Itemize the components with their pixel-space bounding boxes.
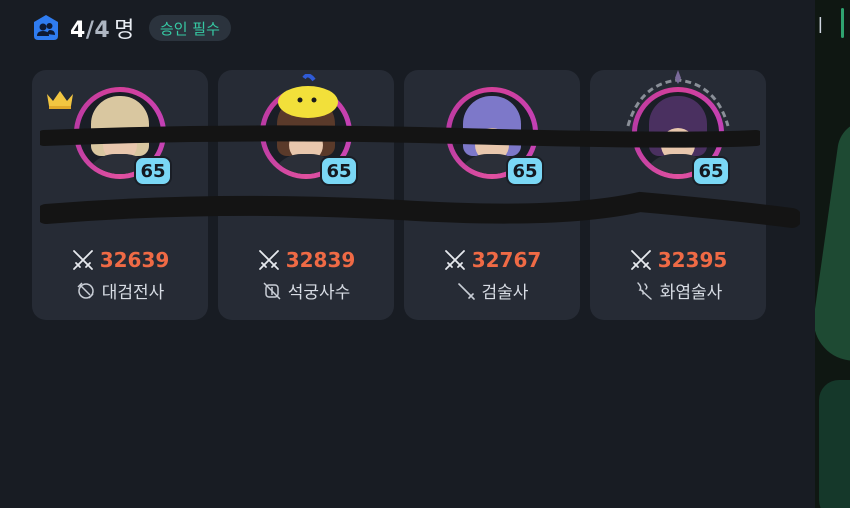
- sword-icon: [457, 282, 475, 300]
- combat-power-icon: [630, 250, 651, 270]
- combat-power: 32639: [32, 248, 208, 272]
- member-class: 대검전사: [32, 278, 208, 303]
- greatsword-icon: [77, 281, 94, 299]
- level-badge: 65: [506, 156, 544, 186]
- class-label: 검술사: [481, 283, 529, 303]
- leader-crown-icon: [47, 91, 73, 109]
- member-class: 화염술사: [590, 278, 766, 303]
- party-current: 4: [70, 18, 86, 43]
- party-unit: 명: [114, 18, 135, 43]
- combat-power: 32767: [404, 248, 580, 272]
- yellow-hat-decoration: [278, 74, 338, 118]
- party-count: 4/4 명: [70, 12, 135, 44]
- game-world-background: [815, 0, 850, 508]
- thorn-halo-decoration: [626, 70, 730, 127]
- combat-power: 32839: [218, 248, 394, 272]
- party-max: 4: [94, 18, 111, 43]
- class-label: 대검전사: [101, 283, 165, 303]
- combat-power-value: 32767: [471, 248, 542, 272]
- flame-staff-icon: [636, 281, 652, 300]
- member-class: 석궁사수: [218, 278, 394, 303]
- combat-power-value: 32639: [99, 248, 170, 272]
- side-mark: ㅣ: [812, 16, 829, 37]
- combat-power-icon: [258, 250, 279, 270]
- approval-required-badge: 승인 필수: [148, 15, 231, 41]
- class-label: 화염술사: [659, 283, 723, 303]
- combat-power-icon: [444, 250, 465, 270]
- crossbow-icon: [263, 281, 281, 300]
- combat-power-icon: [72, 250, 93, 270]
- combat-power-value: 32839: [285, 248, 356, 272]
- level-badge: 65: [134, 156, 172, 186]
- party-members-icon: [34, 15, 58, 40]
- class-label: 석궁사수: [287, 283, 351, 303]
- redaction-scribble-bottom: [40, 191, 800, 228]
- combat-power: 32395: [590, 248, 766, 272]
- party-header: 4/4 명 승인 필수: [32, 12, 231, 44]
- member-class: 검술사: [404, 278, 580, 303]
- level-badge: 65: [320, 156, 358, 186]
- level-badge: 65: [692, 156, 730, 186]
- scroll-indicator: [841, 8, 844, 38]
- combat-power-value: 32395: [657, 248, 728, 272]
- redaction-scribble-top: [40, 125, 760, 148]
